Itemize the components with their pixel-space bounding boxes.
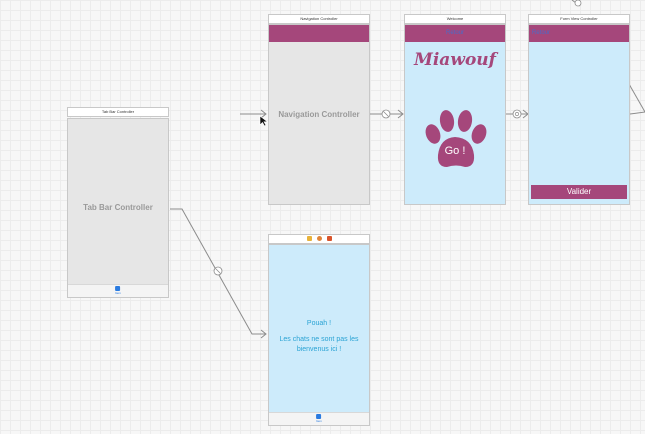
message-body-label: Les chats ne sont pas les bienvenus ici … xyxy=(279,336,359,353)
nav-back-button[interactable]: Retour xyxy=(532,30,550,36)
view-controller-dock-icon[interactable] xyxy=(307,236,312,241)
message-title-label: Pouah ! xyxy=(306,320,332,327)
welcome-scene[interactable]: Retour Miawouf Go ! xyxy=(404,24,506,205)
tab-bar-controller-title[interactable]: Tab Bar Controller xyxy=(67,107,169,117)
validate-button[interactable]: Valider xyxy=(531,185,627,199)
tab-bar-item[interactable]: Item xyxy=(115,286,121,295)
paw-print-icon[interactable] xyxy=(420,105,490,171)
item-scene-dock[interactable] xyxy=(268,234,370,244)
exit-dock-icon[interactable] xyxy=(327,236,332,241)
form-view-controller-scene[interactable]: Retour Valider xyxy=(528,24,630,205)
tab-bar-controller-placeholder: Tab Bar Controller xyxy=(83,203,153,212)
tab-bar-controller-scene[interactable]: Tab Bar Controller Item xyxy=(67,118,169,298)
navigation-bar: Retour xyxy=(405,25,505,42)
tab-bar: Item xyxy=(68,284,168,297)
navigation-controller-placeholder: Navigation Controller xyxy=(278,110,360,119)
item-scene[interactable]: Pouah ! Les chats ne sont pas les bienve… xyxy=(268,244,370,426)
app-name-label: Miawouf xyxy=(414,50,496,70)
go-button[interactable]: Go ! xyxy=(430,145,480,157)
tab-item-label: Item xyxy=(115,291,121,295)
nav-back-button[interactable]: Retour xyxy=(405,30,505,36)
tab-bar: Item xyxy=(269,412,369,425)
relationship-segue-root[interactable] xyxy=(370,109,404,119)
navigation-controller-scene[interactable]: Navigation Controller xyxy=(268,24,370,205)
navigation-bar: Retour xyxy=(529,25,629,42)
first-responder-dock-icon[interactable] xyxy=(317,236,322,241)
relationship-segue-tab[interactable] xyxy=(170,208,267,339)
form-view-controller-title[interactable]: Form View Controller xyxy=(528,14,630,24)
welcome-title[interactable]: Welcome xyxy=(404,14,506,24)
tab-item-label: Item xyxy=(316,419,322,423)
mouse-cursor-icon xyxy=(259,115,269,127)
show-segue-form[interactable] xyxy=(506,109,529,119)
navigation-bar xyxy=(269,25,369,42)
navigation-controller-title[interactable]: Navigation Controller xyxy=(268,14,370,24)
tab-bar-item[interactable]: Item xyxy=(316,414,322,423)
